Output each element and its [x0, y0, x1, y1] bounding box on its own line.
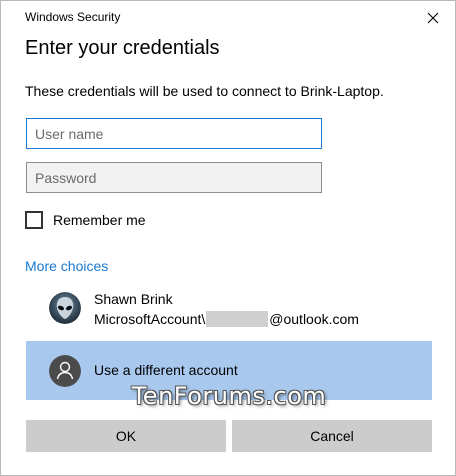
account-email: MicrosoftAccount\ @outlook.com — [94, 309, 359, 329]
ok-button[interactable]: OK — [26, 420, 226, 452]
account-option-shawn-brink[interactable]: Shawn Brink MicrosoftAccount\ @outlook.c… — [26, 286, 432, 334]
credentials-dialog: Windows Security Enter your credentials … — [0, 0, 456, 476]
dialog-description: These credentials will be used to connec… — [25, 83, 384, 99]
close-button[interactable] — [421, 6, 445, 30]
close-icon — [427, 12, 439, 24]
different-account-label: Use a different account — [94, 362, 238, 378]
password-input[interactable] — [26, 162, 322, 193]
username-input[interactable] — [26, 118, 322, 149]
window-title: Windows Security — [25, 10, 121, 24]
remember-me-label: Remember me — [53, 212, 146, 228]
remember-me-checkbox[interactable]: Remember me — [25, 211, 146, 229]
account-name: Shawn Brink — [94, 291, 173, 307]
more-choices-link[interactable]: More choices — [25, 258, 108, 274]
account-text: Shawn Brink MicrosoftAccount\ @outlook.c… — [94, 289, 359, 329]
alien-avatar-icon — [49, 292, 81, 324]
redacted-block — [206, 311, 269, 327]
account-email-prefix: MicrosoftAccount\ — [94, 311, 206, 327]
watermark: TenForums.com — [131, 382, 327, 410]
cancel-button[interactable]: Cancel — [232, 420, 432, 452]
checkbox-box[interactable] — [25, 211, 43, 229]
account-email-suffix: @outlook.com — [269, 311, 359, 327]
dialog-heading: Enter your credentials — [25, 37, 220, 59]
